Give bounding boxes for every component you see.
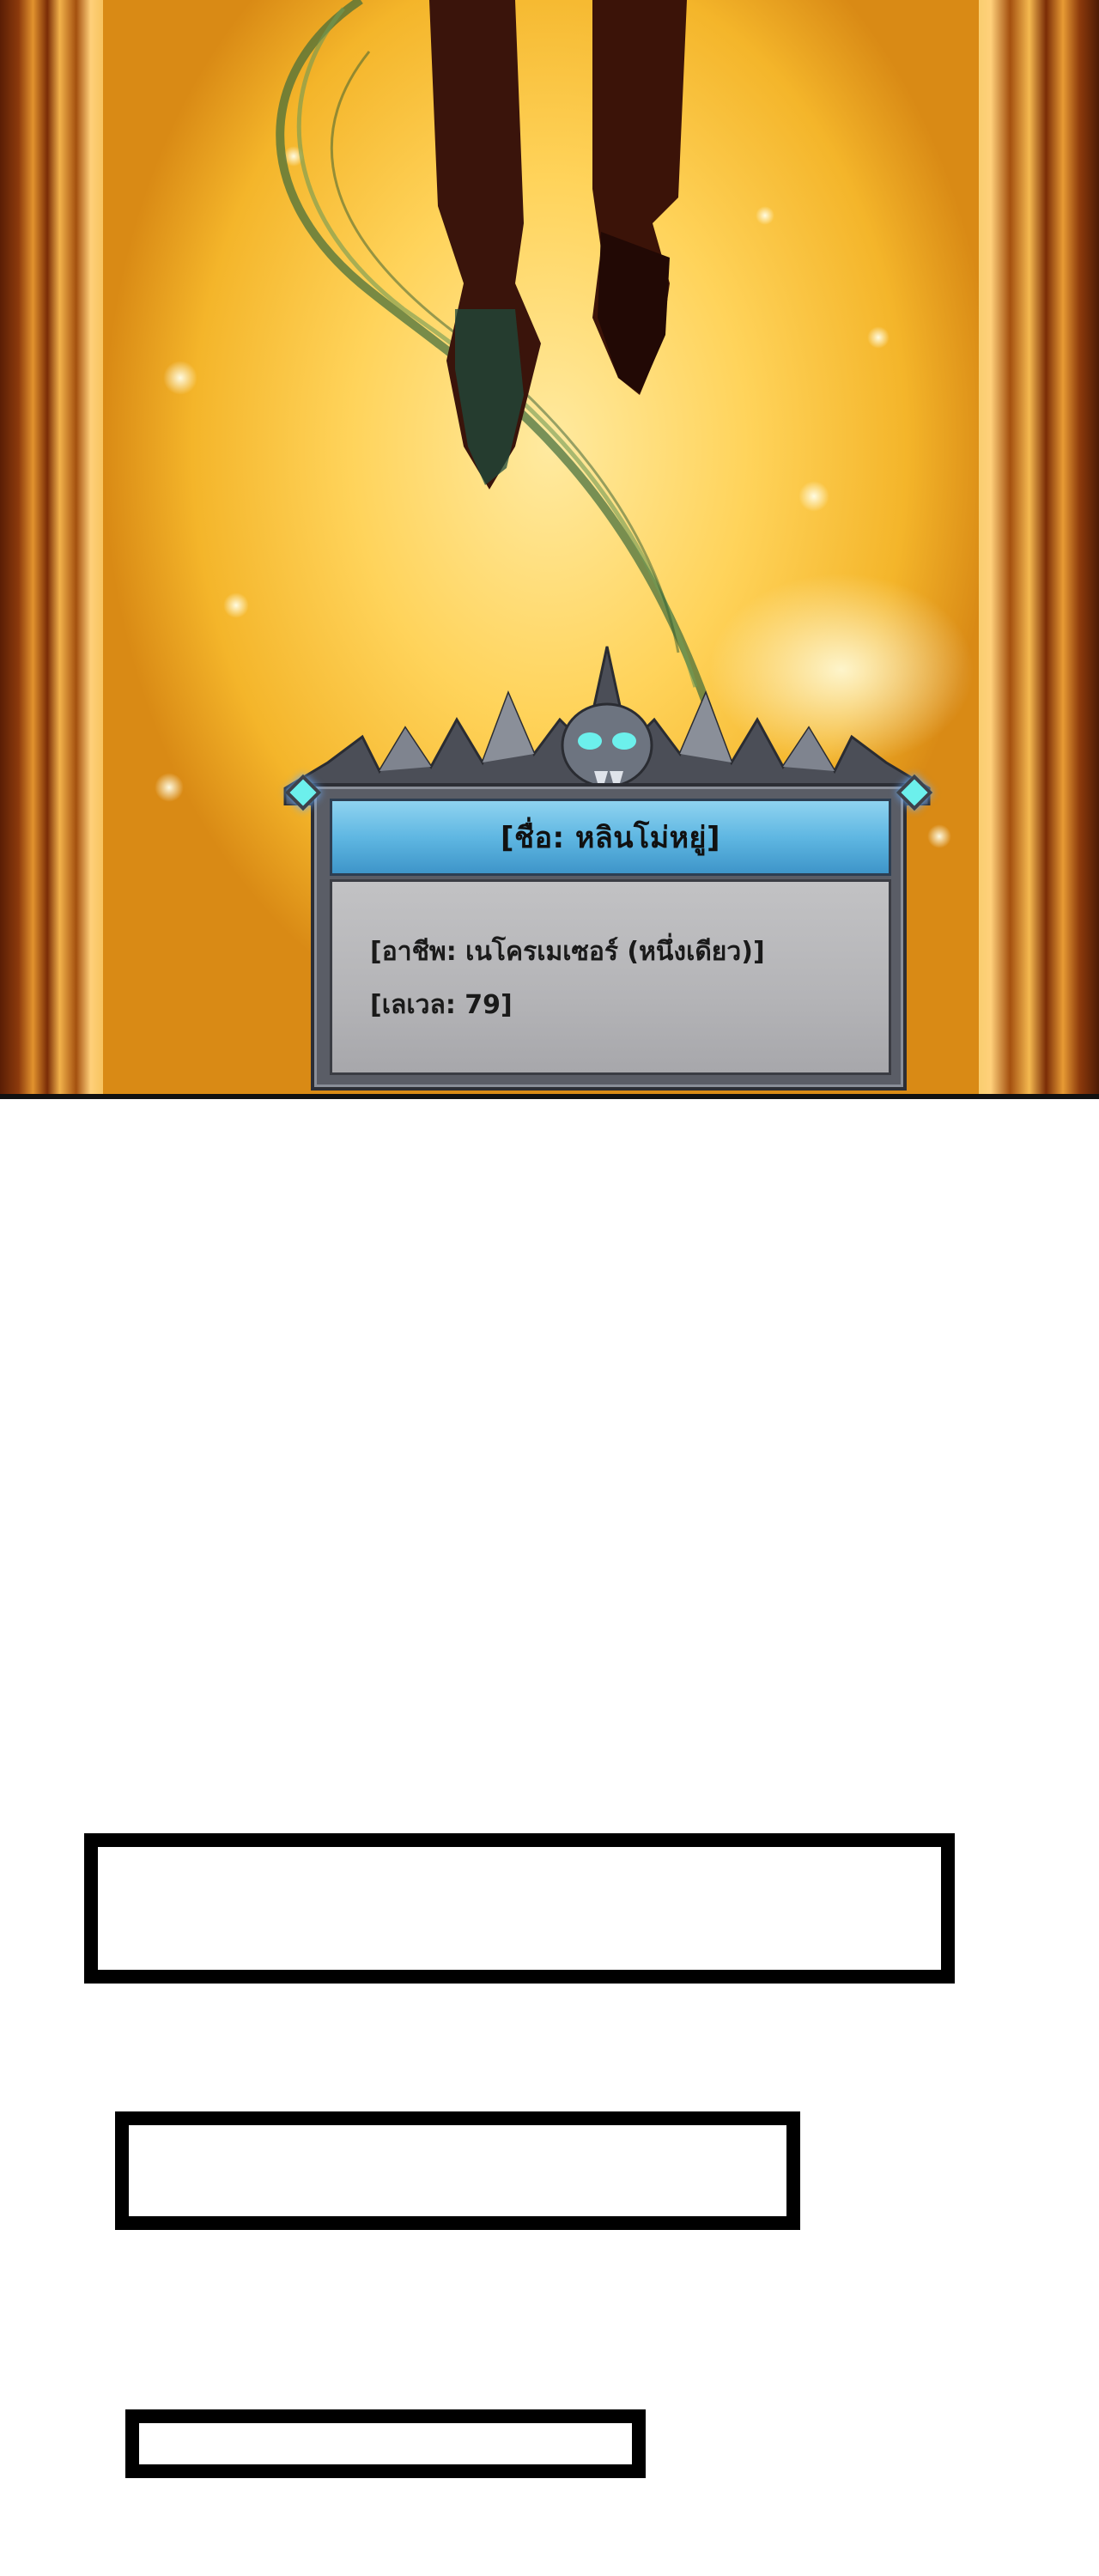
empty-speech-box bbox=[84, 1833, 955, 1984]
level-line: [เลเวล: 79] bbox=[370, 990, 513, 1020]
panel-divider bbox=[0, 1094, 1099, 1099]
job-line: [อาชีพ: เนโครเมเซอร์ (หนึ่งเดียว)] bbox=[370, 937, 765, 967]
skull-crown-ornament bbox=[283, 646, 931, 805]
status-title-bar: [ชื่อ: หลินโม่หยู่] bbox=[330, 799, 891, 876]
empty-speech-box bbox=[125, 2409, 646, 2478]
empty-speech-box bbox=[115, 2111, 800, 2230]
status-window: [ชื่อ: หลินโม่หยู่] [อาชีพ: เนโครเมเซอร์… bbox=[284, 774, 933, 1091]
skull-icon bbox=[561, 702, 653, 788]
character-name: [ชื่อ: หลินโม่หยู่] bbox=[500, 821, 720, 855]
status-body: [อาชีพ: เนโครเมเซอร์ (หนึ่งเดียว)] [เลเว… bbox=[330, 879, 891, 1075]
comic-panel-golden-light: [ชื่อ: หลินโม่หยู่] [อาชีพ: เนโครเมเซอร์… bbox=[0, 0, 1099, 1094]
